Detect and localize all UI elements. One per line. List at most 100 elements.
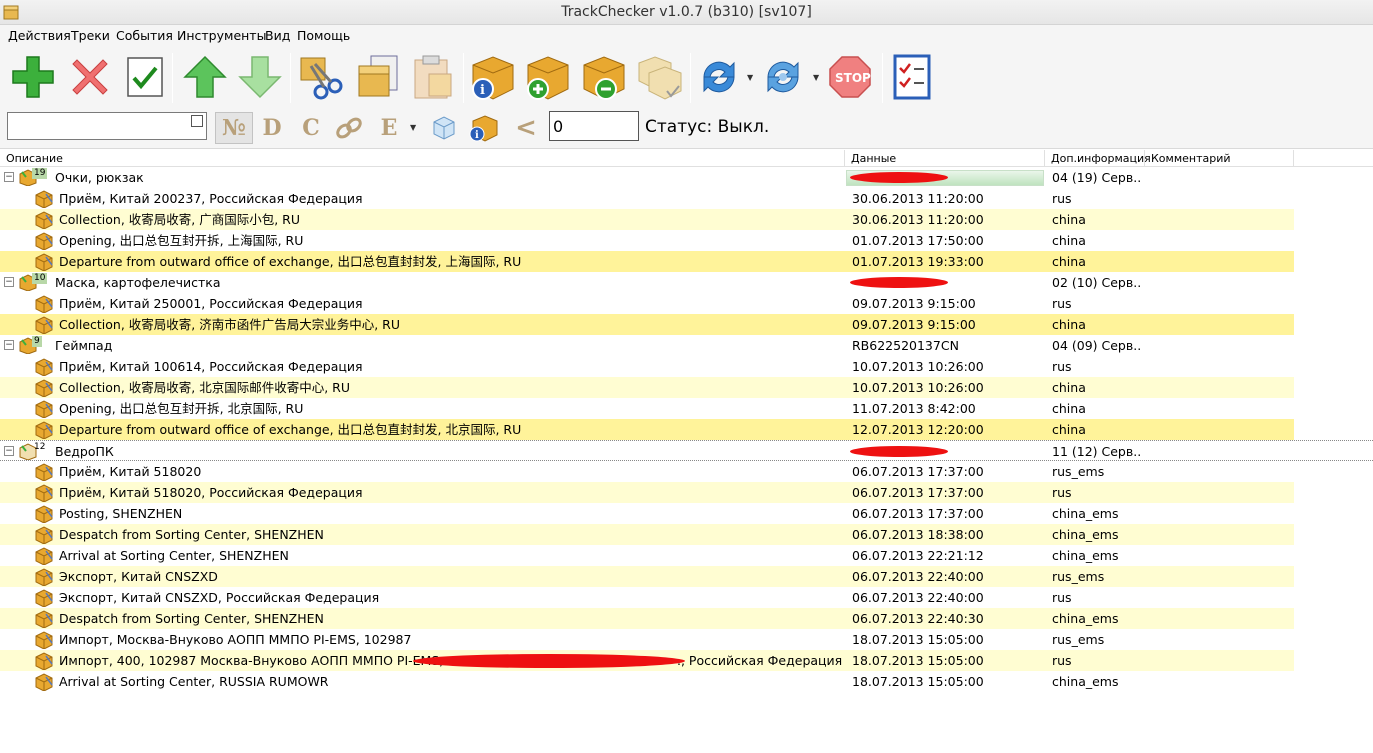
menu-help[interactable]: Помощь — [297, 28, 350, 43]
event-date: 09.07.2013 9:15:00 — [852, 296, 976, 311]
track-group-row[interactable]: − 19 Очки, рюкзак 04 (19) Серв... — [0, 167, 1294, 188]
collapse-toggle-icon[interactable]: − — [4, 172, 14, 182]
package-event-icon — [34, 315, 54, 335]
event-row[interactable]: Импорт, Москва-Внуково АОПП ММПО PI-EMS,… — [0, 629, 1294, 650]
event-row[interactable]: Opening, 出口总包互封开拆, 上海国际, RU 01.07.2013 17… — [0, 230, 1294, 251]
package-multi-button[interactable] — [632, 50, 686, 104]
event-row[interactable]: Collection, 收寄局收寄, 广商国际小包, RU 30.06.2013 … — [0, 209, 1294, 230]
event-source: rus_ems — [1052, 569, 1105, 584]
column-header-data[interactable]: Данные — [845, 150, 1045, 167]
sort-e-button[interactable]: E — [373, 112, 405, 144]
event-row[interactable]: Collection, 收寄局收寄, 北京国际邮件收寄中心, RU 10.07.2… — [0, 377, 1294, 398]
refresh-button[interactable] — [692, 50, 746, 104]
event-description: Opening, 出口总包互封开拆, 北京国际, RU — [59, 401, 304, 416]
sort-c-button[interactable]: C — [295, 112, 327, 144]
refresh-dropdown-arrow[interactable]: ▼ — [747, 73, 755, 82]
event-row[interactable]: Приём, Китай 250001, Российская Федераци… — [0, 293, 1294, 314]
copy-button[interactable] — [349, 50, 403, 104]
event-description: Приём, Китай 518020 — [59, 464, 202, 479]
package-remove-button[interactable] — [577, 50, 631, 104]
package-info-small-icon: i — [469, 115, 498, 142]
column-header-description[interactable]: Описание — [0, 150, 845, 167]
move-down-button[interactable] — [233, 50, 287, 104]
event-description: Departure from outward office of exchang… — [59, 422, 522, 437]
menu-view[interactable]: Вид — [265, 28, 290, 43]
package-event-icon — [34, 546, 54, 566]
column-header-comment[interactable]: Комментарий — [1145, 150, 1294, 167]
event-description: Приём, Китай 100614, Российская Федераци… — [59, 359, 363, 374]
view-cube-button[interactable] — [427, 112, 461, 144]
event-row[interactable]: Импорт, 400, 102987 Москва-Внуково АОПП … — [0, 650, 1294, 671]
package-event-icon — [34, 210, 54, 230]
number-input[interactable] — [549, 111, 639, 141]
event-row[interactable]: Departure from outward office of exchang… — [0, 419, 1294, 440]
event-row[interactable]: Posting, SHENZHEN 06.07.2013 17:37:00 chin… — [0, 503, 1294, 524]
event-row[interactable]: Экспорт, Китай CNSZXD, Российская Федера… — [0, 587, 1294, 608]
package-event-icon — [34, 588, 54, 608]
event-source: china — [1052, 233, 1086, 248]
package-info-icon: i — [472, 56, 514, 100]
search-input[interactable] — [7, 112, 207, 140]
checklist-button[interactable] — [884, 50, 938, 104]
event-date: 06.07.2013 17:37:00 — [852, 485, 984, 500]
refresh-all-icon — [767, 61, 799, 93]
event-row[interactable]: Приём, Китай 200237, Российская Федераци… — [0, 188, 1294, 209]
column-header-info[interactable]: Доп.информация — [1045, 150, 1151, 167]
event-count-badge: 19 — [32, 168, 48, 179]
refresh-all-dropdown-arrow[interactable]: ▼ — [813, 73, 821, 82]
package-info-small-button[interactable]: i — [465, 112, 501, 144]
event-row[interactable]: Collection, 收寄局收寄, 济南市函件广告局大宗业务中心, RU 09.… — [0, 314, 1294, 335]
collapse-toggle-icon[interactable]: − — [4, 277, 14, 287]
sort-number-button[interactable]: № — [215, 112, 253, 144]
event-description: Приём, Китай 518020, Российская Федераци… — [59, 485, 363, 500]
event-row[interactable]: Экспорт, Китай CNSZXD 06.07.2013 22:40:00… — [0, 566, 1294, 587]
cut-button[interactable] — [293, 50, 347, 104]
package-event-icon — [34, 672, 54, 692]
stop-icon: STOP — [829, 56, 871, 98]
event-row[interactable]: Arrival at Sorting Center, SHENZHEN 06.07… — [0, 545, 1294, 566]
event-row[interactable]: Departure from outward office of exchang… — [0, 251, 1294, 272]
add-icon — [12, 56, 54, 98]
event-date: 18.07.2013 15:05:00 — [852, 653, 984, 668]
sort-date-button[interactable]: D — [256, 112, 288, 144]
event-row[interactable]: Opening, 出口总包互封开拆, 北京国际, RU 11.07.2013 8:… — [0, 398, 1294, 419]
menu-actions[interactable]: Действия — [8, 28, 71, 43]
move-up-icon — [183, 55, 227, 98]
delete-track-button[interactable] — [63, 50, 117, 104]
package-event-icon — [34, 231, 54, 251]
collapse-toggle-icon[interactable]: − — [4, 446, 14, 456]
event-row[interactable]: Приём, Китай 518020, Российская Федераци… — [0, 482, 1294, 503]
event-row[interactable]: Приём, Китай 518020 06.07.2013 17:37:00 ru… — [0, 461, 1294, 482]
stop-button[interactable]: STOP — [823, 50, 877, 104]
event-row[interactable]: Despatch from Sorting Center, SHENZHEN 06… — [0, 608, 1294, 629]
collapse-toggle-icon[interactable]: − — [4, 340, 14, 350]
track-name: ВедроПК — [55, 444, 114, 459]
menu-tracks[interactable]: Треки — [71, 28, 110, 43]
track-group-row[interactable]: − 10 Маска, картофелечистка 02 (10) Серв... — [0, 272, 1294, 293]
link-button[interactable] — [333, 112, 365, 144]
check-track-button[interactable] — [117, 50, 171, 104]
event-row[interactable]: Arrival at Sorting Center, RUSSIA RUMOWR… — [0, 671, 1294, 692]
event-description-tail: ., Российская Федерация — [677, 653, 843, 668]
menu-tools[interactable]: Инструменты — [177, 28, 266, 43]
main-toolbar: i ▼ ▼ STOP — [0, 47, 1373, 107]
event-source: china — [1052, 254, 1086, 269]
search-option-checkbox[interactable] — [191, 115, 203, 127]
package-add-button[interactable] — [521, 50, 575, 104]
add-track-button[interactable] — [6, 50, 60, 104]
move-up-button[interactable] — [178, 50, 232, 104]
event-description: Arrival at Sorting Center, SHENZHEN — [59, 548, 289, 563]
event-row[interactable]: Despatch from Sorting Center, SHENZHEN 06… — [0, 524, 1294, 545]
paste-button[interactable] — [405, 50, 459, 104]
package-event-icon — [34, 483, 54, 503]
track-info-button[interactable]: i — [466, 50, 520, 104]
refresh-all-button[interactable] — [756, 50, 810, 104]
track-group-row[interactable]: − 9 Геймпад RB622520137CN 04 (09) Серв... — [0, 335, 1294, 356]
sort-dropdown-arrow[interactable]: ▼ — [410, 123, 418, 132]
event-row[interactable]: Приём, Китай 100614, Российская Федераци… — [0, 356, 1294, 377]
compare-sign-button[interactable]: < — [510, 112, 542, 144]
event-source: rus — [1052, 359, 1072, 374]
menu-events[interactable]: События — [116, 28, 173, 43]
track-group-row[interactable]: − 12 ВедроПК 11 (12) Серв... — [0, 440, 1373, 461]
event-description: Posting, SHENZHEN — [59, 506, 183, 521]
